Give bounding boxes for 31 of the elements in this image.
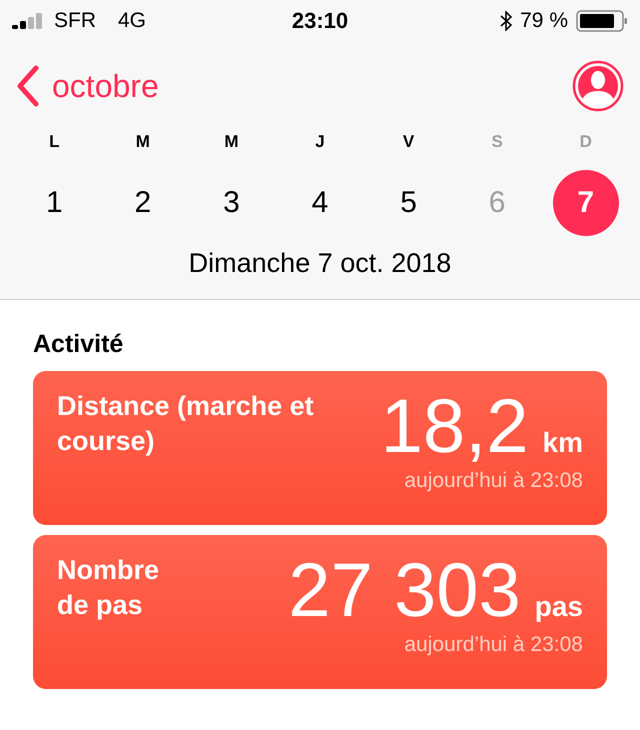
metric-value: 18,2 <box>380 389 529 465</box>
weekday-label: M <box>224 132 238 152</box>
metric-label: Nombre de pas <box>57 554 160 622</box>
metric-unit: km <box>542 427 583 459</box>
update-time: aujourd’hui à 23:08 <box>404 633 583 657</box>
bluetooth-icon <box>500 11 512 31</box>
metric-label: Distance (marche et course) <box>57 390 315 458</box>
weekday-label: D <box>580 132 592 152</box>
battery-icon <box>576 10 628 32</box>
day-button[interactable]: 2 <box>110 170 176 236</box>
day-button[interactable]: 4 <box>286 170 353 236</box>
weekday-label: M <box>136 132 150 152</box>
weekday-label: L <box>49 132 60 152</box>
day-button[interactable]: 3 <box>198 170 264 236</box>
network-type: 4G <box>118 9 146 33</box>
day-button[interactable]: 7 <box>552 170 619 236</box>
weekday-label: V <box>402 132 414 152</box>
profile-icon[interactable] <box>572 60 624 112</box>
section-title: Activité <box>32 329 124 360</box>
chevron-left-icon <box>16 65 40 107</box>
weekday-label: J <box>315 132 325 152</box>
day-button[interactable]: 1 <box>21 170 88 236</box>
metric-value: 27 303 <box>288 553 521 629</box>
selected-date: Dimanche 7 oct. 2018 <box>188 247 452 280</box>
carrier-name: SFR <box>54 9 96 33</box>
weekday-label: S <box>491 132 503 152</box>
day-button[interactable]: 5 <box>376 170 442 236</box>
metric-unit: pas <box>534 591 583 623</box>
battery-percent: 79 % <box>520 9 568 33</box>
clock-time: 23:10 <box>292 8 348 34</box>
update-time: aujourd’hui à 23:08 <box>404 469 583 493</box>
